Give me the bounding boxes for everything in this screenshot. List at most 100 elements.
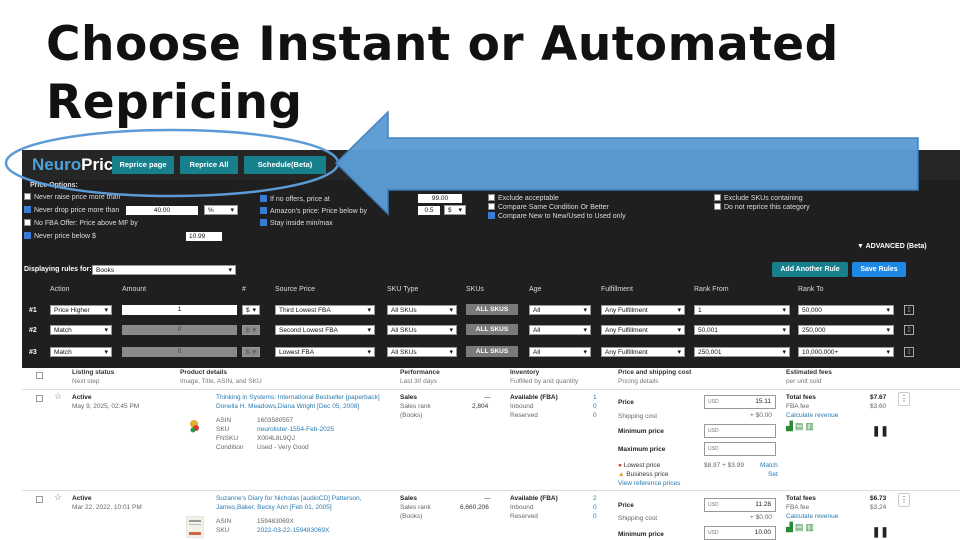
option-no-offers-price[interactable]: If no offers, price at (260, 195, 330, 204)
option-compare-same-condition[interactable]: Compare Same Condition Or Better (488, 203, 609, 212)
option-stay-inside-minmax[interactable]: Stay inside min/max (260, 219, 333, 228)
rule-action-select[interactable]: Match (50, 347, 112, 358)
rule-sku-type-select[interactable]: All SKUs (387, 347, 457, 358)
option-never-price-below[interactable]: Never price below $ (24, 232, 96, 241)
rule-source-select[interactable]: Third Lowest FBA (275, 305, 375, 316)
checkbox[interactable] (24, 193, 31, 200)
amazon-below-unit-select[interactable]: $ (444, 205, 466, 216)
rule-rank-to-select[interactable]: 50,000 (798, 305, 894, 316)
rule-fulfillment-select[interactable]: Any Fulfillment (601, 305, 685, 316)
checkbox[interactable] (488, 203, 495, 210)
rule-fulfillment-select[interactable]: Any Fulfillment (601, 325, 685, 336)
all-skus-button[interactable]: ALL SKUS (466, 346, 518, 357)
checkbox[interactable] (488, 212, 495, 219)
price-input[interactable]: USD 11.28 (704, 498, 776, 512)
delete-rule-icon[interactable]: ▯ (904, 325, 914, 335)
product-authors[interactable]: James,Baker, Becky Ann [Feb 01, 2005] (216, 503, 332, 513)
listing-date: Mar 22, 2022, 10:01 PM (72, 504, 142, 511)
rule-action-select[interactable]: Match (50, 325, 112, 336)
calculate-revenue-link[interactable]: Calculate revenue (786, 411, 838, 421)
rule-unit-select[interactable]: $ (242, 347, 260, 358)
rule-rank-to-select[interactable]: 250,000 (798, 325, 894, 336)
star-icon[interactable]: ☆ (54, 391, 62, 402)
reprice-all-button[interactable]: Reprice All (180, 156, 238, 174)
more-actions-icon[interactable]: ⋮ (898, 392, 910, 406)
pause-icon[interactable]: ❚❚ (872, 527, 889, 538)
checkbox[interactable] (714, 194, 721, 201)
rules-category-select[interactable]: Books (92, 265, 236, 276)
chart-icons[interactable]: ▟▤▥ (786, 421, 816, 432)
min-price-input[interactable]: USD 10.00 (704, 526, 776, 540)
row-checkbox[interactable] (36, 496, 43, 503)
checkbox[interactable] (24, 232, 31, 239)
all-skus-button[interactable]: ALL SKUS (466, 324, 518, 335)
checkbox[interactable] (24, 219, 31, 226)
option-no-fba-offer[interactable]: No FBA Offer: Price above MF by (24, 219, 138, 228)
advanced-toggle[interactable]: ▼ ADVANCED (Beta) (857, 243, 927, 250)
rule-sku-type-select[interactable]: All SKUs (387, 325, 457, 336)
rule-amount-input[interactable]: 0 (122, 325, 237, 335)
rule-action-select[interactable]: Price Higher (50, 305, 112, 316)
checkbox[interactable] (714, 203, 721, 210)
max-price-input[interactable]: USD (704, 442, 776, 456)
never-price-below-input[interactable]: 10.99 (186, 232, 222, 241)
rule-rank-to-select[interactable]: 10,000,000+ (798, 347, 894, 358)
schedule-beta-button[interactable]: Schedule(Beta) (244, 156, 326, 174)
header-source-price: Source Price (275, 286, 316, 293)
product-authors[interactable]: Donella H. Meadows,Diana Wright [Dec 05,… (216, 402, 359, 412)
rule-rank-from-select[interactable]: 50,001 (694, 325, 790, 336)
checkbox[interactable] (24, 206, 31, 213)
rule-age-select[interactable]: All (529, 325, 591, 336)
add-another-rule-button[interactable]: Add Another Rule (772, 262, 848, 277)
rule-age-select[interactable]: All (529, 347, 591, 358)
never-drop-unit-select[interactable]: % (204, 205, 238, 216)
checkbox[interactable] (260, 219, 267, 226)
row-checkbox[interactable] (36, 395, 43, 402)
amazon-below-input[interactable]: 0.5 (418, 206, 440, 215)
rule-rank-from-select[interactable]: 250,001 (694, 347, 790, 358)
option-amazon-price-below[interactable]: Amazon's price: Price below by (260, 207, 367, 216)
reference-prices-link[interactable]: View reference prices (618, 479, 680, 489)
reprice-page-button[interactable]: Reprice page (112, 156, 174, 174)
shipping-label: Shipping cost (618, 515, 658, 522)
option-exclude-acceptable[interactable]: Exclude acceptable (488, 194, 559, 203)
rule-source-select[interactable]: Second Lowest FBA (275, 325, 375, 336)
sku-value[interactable]: 2022-03-22-159483069X (257, 526, 329, 536)
reserved-value[interactable]: 0 (593, 512, 597, 522)
rule-age-select[interactable]: All (529, 305, 591, 316)
delete-rule-icon[interactable]: ▯ (904, 347, 914, 357)
delete-rule-icon[interactable]: ▯ (904, 305, 914, 315)
checkbox[interactable] (260, 207, 267, 214)
chart-icons[interactable]: ▟▤▥ (786, 522, 816, 533)
reserved-value[interactable]: 0 (593, 411, 597, 421)
star-icon[interactable]: ☆ (54, 492, 62, 503)
option-compare-new-used[interactable]: Compare New to New/Used to Used only (488, 212, 626, 221)
rule-source-select[interactable]: Lowest FBA (275, 347, 375, 358)
calculate-revenue-link[interactable]: Calculate revenue (786, 512, 838, 522)
save-rules-button[interactable]: Save Rules (852, 262, 906, 277)
no-offers-price-input[interactable]: 99.00 (418, 194, 462, 203)
checkbox[interactable] (488, 194, 495, 201)
rule-fulfillment-select[interactable]: Any Fulfillment (601, 347, 685, 358)
more-actions-icon[interactable]: ⋮ (898, 493, 910, 507)
rule-amount-input[interactable]: 0 (122, 347, 237, 357)
select-all-checkbox[interactable] (36, 372, 43, 379)
header-fulfillment: Fulfillment (601, 286, 633, 293)
option-do-not-reprice-category[interactable]: Do not reprice this category (714, 203, 810, 212)
min-price-input[interactable]: USD (704, 424, 776, 438)
never-drop-input[interactable]: 40.00 (126, 206, 198, 215)
option-exclude-skus[interactable]: Exclude SKUs containing (714, 194, 803, 203)
rule-unit-select[interactable]: $ (242, 325, 260, 336)
all-skus-button[interactable]: ALL SKUS (466, 304, 518, 315)
rule-rank-from-select[interactable]: 1 (694, 305, 790, 316)
price-input[interactable]: USD 15.11 (704, 395, 776, 409)
checkbox[interactable] (260, 195, 267, 202)
rule-amount-input[interactable]: 1 (122, 305, 237, 315)
rule-unit-select[interactable]: $ (242, 305, 260, 316)
option-never-drop[interactable]: Never drop price more than (24, 206, 119, 215)
option-never-raise[interactable]: Never raise price more than (24, 193, 120, 202)
pause-icon[interactable]: ❚❚ (872, 426, 889, 437)
min-price-label: Minimum price (618, 531, 664, 538)
set-link[interactable]: Set (768, 470, 778, 480)
rule-sku-type-select[interactable]: All SKUs (387, 305, 457, 316)
